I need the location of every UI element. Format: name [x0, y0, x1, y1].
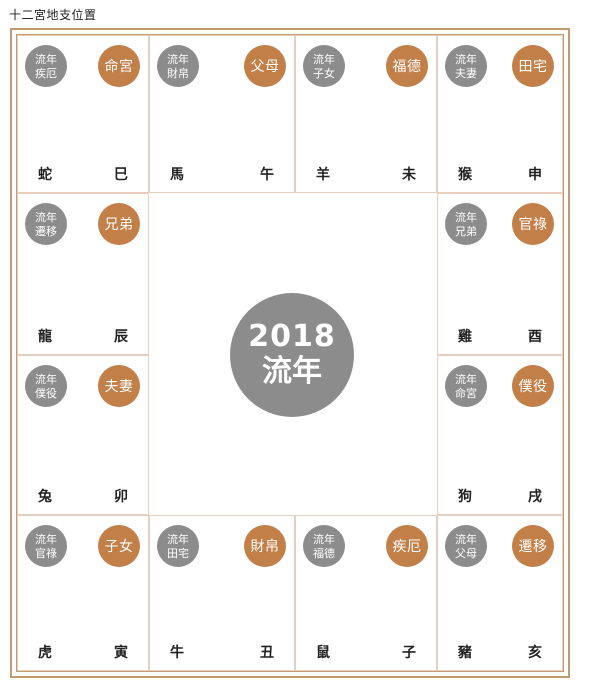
earthly-branch: 亥: [528, 645, 542, 661]
center-label: 流年: [262, 354, 322, 389]
palace-badge: 田宅: [512, 45, 554, 87]
zodiac-animal: 蛇: [38, 167, 52, 183]
palace-badge: 疾厄: [386, 525, 428, 567]
palace-cell-mao: 流年僕役 夫妻 兔 卯: [17, 355, 149, 515]
palace-cell-wu: 流年財帛 父母 馬 午: [149, 35, 295, 193]
palace-badge: 遷移: [512, 525, 554, 567]
palace-cell-you: 流年兄弟 官祿 雞 酉: [437, 193, 563, 355]
palace-cell-chou: 流年田宅 財帛 牛 丑: [149, 515, 295, 671]
earthly-branch: 子: [402, 645, 416, 661]
earthly-branch: 午: [260, 167, 274, 183]
flow-year-badge: 流年財帛: [157, 45, 199, 87]
flow-year-badge: 流年官祿: [25, 525, 67, 567]
flow-year-badge: 流年遷移: [25, 203, 67, 245]
earthly-branch: 卯: [114, 489, 128, 505]
palace-cell-zi: 流年福德 疾厄 鼠 子: [295, 515, 437, 671]
palace-cell-xu: 流年命宮 僕役 狗 戌: [437, 355, 563, 515]
palace-badge: 財帛: [244, 525, 286, 567]
palace-badge: 僕役: [512, 365, 554, 407]
earthly-branch: 未: [402, 167, 416, 183]
palace-badge: 福德: [386, 45, 428, 87]
flow-year-badge: 流年福德: [303, 525, 345, 567]
earthly-branch: 申: [528, 167, 542, 183]
palace-badge: 命宮: [98, 45, 140, 87]
center-year-badge: 2018 流年: [230, 293, 354, 417]
palace-badge: 兄弟: [98, 203, 140, 245]
palace-cell-yin: 流年官祿 子女 虎 寅: [17, 515, 149, 671]
palace-cell-wei: 流年子女 福德 羊 未: [295, 35, 437, 193]
palace-badge: 夫妻: [98, 365, 140, 407]
zodiac-animal: 豬: [458, 645, 472, 661]
earthly-branch: 酉: [528, 329, 542, 345]
palace-grid: 流年疾厄 命宮 蛇 巳 流年財帛 父母 馬 午 流年子女 福德 羊 未 流年夫妻…: [16, 34, 564, 672]
earthly-branch: 戌: [528, 489, 542, 505]
palace-badge: 父母: [244, 45, 286, 87]
palace-badge: 子女: [98, 525, 140, 567]
earthly-branch: 辰: [114, 329, 128, 345]
flow-year-badge: 流年子女: [303, 45, 345, 87]
earthly-branch: 寅: [114, 645, 128, 661]
zodiac-animal: 狗: [458, 489, 472, 505]
flow-year-badge: 流年命宮: [445, 365, 487, 407]
earthly-branch: 丑: [260, 645, 274, 661]
center-year: 2018: [248, 319, 336, 354]
flow-year-badge: 流年兄弟: [445, 203, 487, 245]
palace-cell-shen: 流年夫妻 田宅 猴 申: [437, 35, 563, 193]
palace-badge: 官祿: [512, 203, 554, 245]
zodiac-animal: 兔: [38, 489, 52, 505]
flow-year-badge: 流年僕役: [25, 365, 67, 407]
flow-year-badge: 流年疾厄: [25, 45, 67, 87]
page-title: 十二宮地支位置: [9, 8, 97, 22]
palace-cell-chen: 流年遷移 兄弟 龍 辰: [17, 193, 149, 355]
zodiac-animal: 虎: [38, 645, 52, 661]
earthly-branch: 巳: [114, 167, 128, 183]
flow-year-badge: 流年田宅: [157, 525, 199, 567]
palace-board: 流年疾厄 命宮 蛇 巳 流年財帛 父母 馬 午 流年子女 福德 羊 未 流年夫妻…: [10, 28, 570, 678]
zodiac-animal: 羊: [316, 167, 330, 183]
palace-cell-hai: 流年父母 遷移 豬 亥: [437, 515, 563, 671]
palace-cell-si: 流年疾厄 命宮 蛇 巳: [17, 35, 149, 193]
zodiac-animal: 馬: [170, 167, 184, 183]
zodiac-animal: 猴: [458, 167, 472, 183]
zodiac-animal: 龍: [38, 329, 52, 345]
zodiac-animal: 雞: [458, 329, 472, 345]
flow-year-badge: 流年父母: [445, 525, 487, 567]
flow-year-badge: 流年夫妻: [445, 45, 487, 87]
zodiac-animal: 牛: [170, 645, 184, 661]
zodiac-animal: 鼠: [316, 645, 330, 661]
